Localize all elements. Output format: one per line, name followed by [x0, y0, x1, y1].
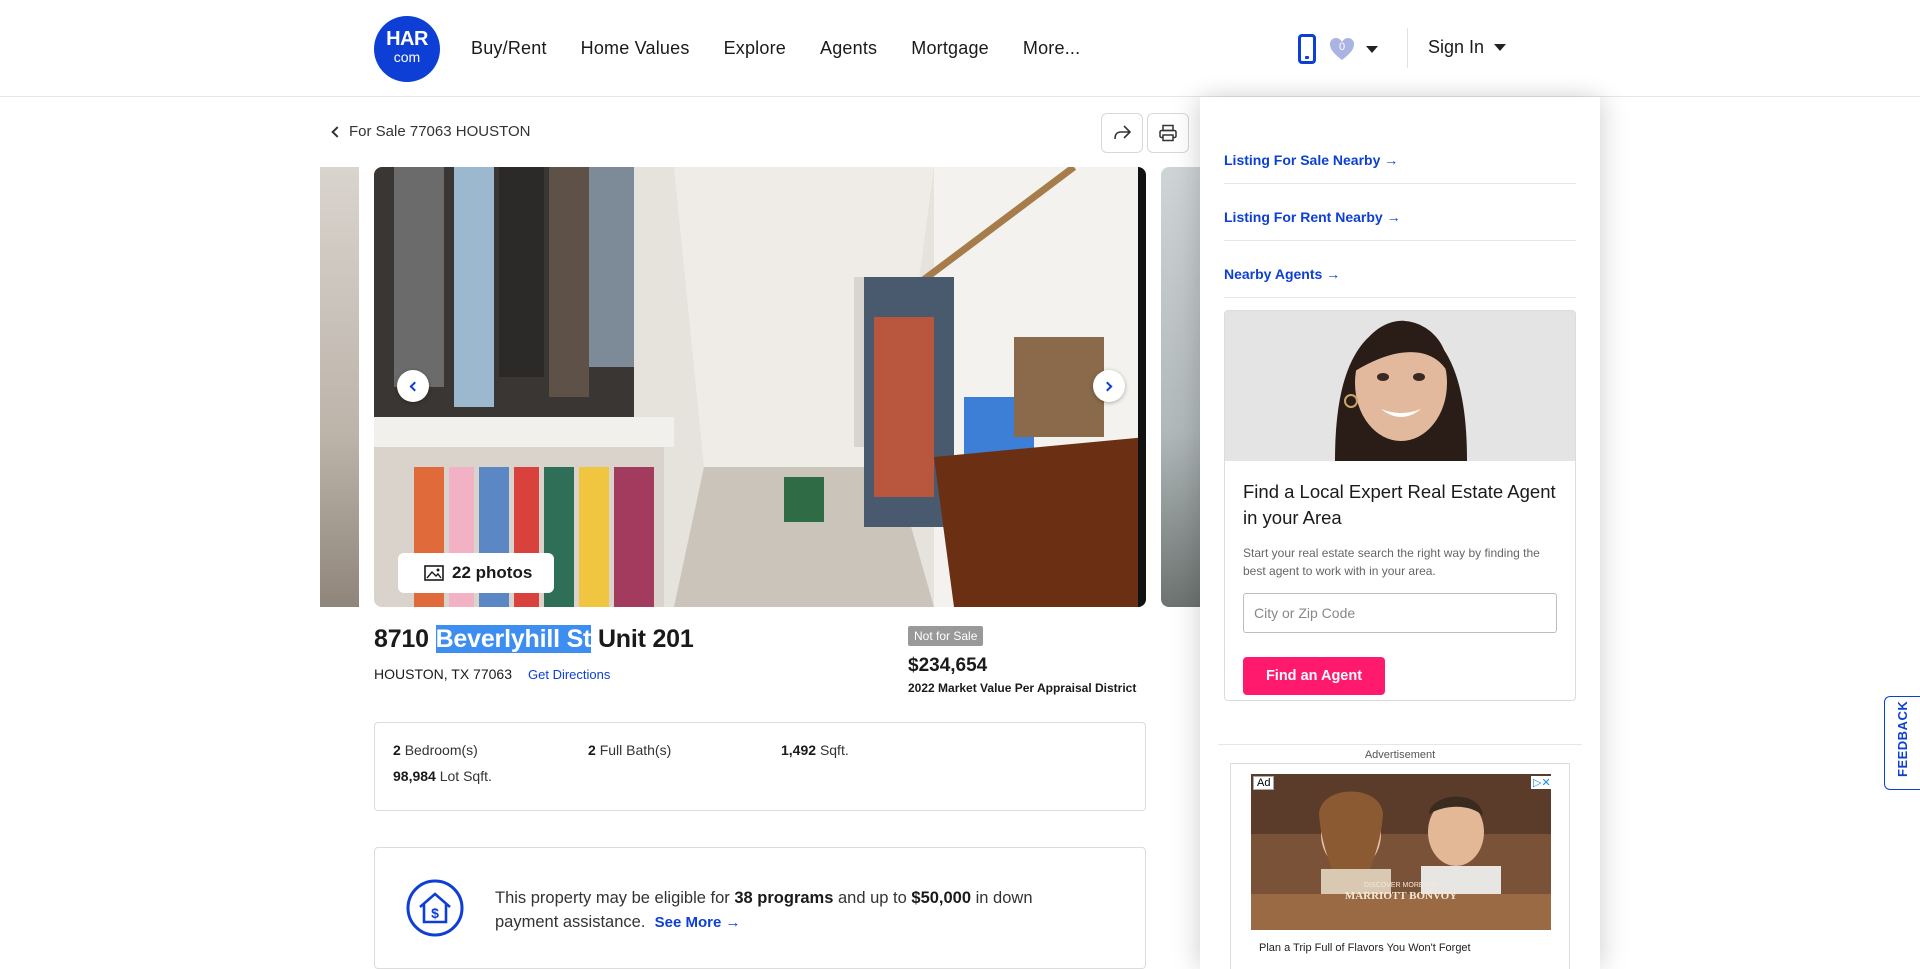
bedrooms-value: 2 — [393, 742, 401, 758]
share-icon — [1114, 125, 1132, 140]
listing-address: 8710 Beverlyhill St Unit 201 — [374, 625, 694, 654]
ad-image: DISCOVER MORE with MARRIOTT BONVOY — [1251, 774, 1551, 930]
get-directions-link[interactable]: Get Directions — [528, 667, 610, 682]
har-logo[interactable]: HAR com — [374, 16, 440, 82]
find-agent-button[interactable]: Find an Agent — [1243, 657, 1385, 695]
nav-explore[interactable]: Explore — [724, 38, 786, 59]
bedrooms-label: Bedroom(s) — [404, 742, 478, 758]
chevron-right-icon — [1102, 381, 1113, 391]
sidebar-divider — [1224, 183, 1576, 184]
city-zip-input[interactable] — [1243, 593, 1557, 633]
address-number: 8710 — [374, 625, 429, 653]
site-header: HAR com Buy/Rent Home Values Explore Age… — [0, 0, 1920, 97]
programs-count: 38 programs — [734, 889, 834, 907]
address-unit: Unit 201 — [597, 625, 694, 653]
favorites-chevron-down-icon[interactable] — [1366, 45, 1378, 53]
see-more-link[interactable]: See More → — [655, 914, 741, 931]
baths-value: 2 — [588, 742, 596, 758]
print-button[interactable] — [1147, 113, 1189, 153]
share-button[interactable] — [1101, 113, 1143, 153]
listing-for-rent-nearby-link[interactable]: Listing For Rent Nearby → — [1224, 209, 1401, 225]
closet-photo — [374, 167, 1146, 607]
favorites-count: 0 — [1338, 41, 1346, 53]
feedback-label: FEEDBACK — [1895, 700, 1910, 777]
advertisement[interactable]: DISCOVER MORE with MARRIOTT BONVOY Ad ▷✕… — [1230, 763, 1570, 969]
nearby-agents-link[interactable]: Nearby Agents → — [1224, 266, 1340, 282]
advertisement-label: Advertisement — [1218, 744, 1582, 761]
status-badge: Not for Sale — [908, 626, 984, 646]
sqft-label: Sqft. — [819, 742, 849, 758]
fact-baths: 2 Full Bath(s) — [588, 742, 671, 758]
programs-text: This property may be eligible for 38 pro… — [495, 886, 1095, 935]
nav-home-values[interactable]: Home Values — [581, 38, 690, 59]
agent-card-title: Find a Local Expert Real Estate Agent in… — [1243, 481, 1556, 528]
gallery-prev-button[interactable] — [397, 370, 429, 402]
agent-photo — [1225, 311, 1575, 461]
programs-amount: $50,000 — [911, 889, 972, 907]
gallery-next-button[interactable] — [1093, 370, 1125, 402]
mobile-phone-icon[interactable] — [1298, 34, 1316, 64]
gallery-main-photo[interactable] — [374, 167, 1146, 607]
ad-caption[interactable]: Plan a Trip Full of Flavors You Won't Fo… — [1259, 942, 1471, 954]
nav-buy-rent[interactable]: Buy/Rent — [471, 38, 547, 59]
ad-brand-sub: DISCOVER MORE with — [1364, 882, 1438, 889]
price-note: 2022 Market Value Per Appraisal District — [908, 681, 1137, 695]
fact-lot-sqft: 98,984 Lot Sqft. — [393, 768, 492, 784]
photo-count-button[interactable]: 22 photos — [398, 553, 554, 593]
ad-brand: MARRIOTT BONVOY — [1345, 890, 1457, 902]
main-nav: Buy/Rent Home Values Explore Agents Mort… — [471, 38, 1114, 59]
fact-sqft: 1,492 Sqft. — [781, 742, 849, 758]
adchoices-close-icon[interactable]: ▷✕ — [1531, 776, 1553, 789]
nav-more[interactable]: More... — [1023, 38, 1080, 59]
svg-text:$: $ — [431, 905, 439, 921]
chevron-left-icon — [331, 125, 343, 138]
printer-icon — [1159, 124, 1177, 142]
programs-text-a: This property may be eligible for — [495, 889, 735, 907]
right-sidebar: Listing For Sale Nearby → Listing For Re… — [1200, 97, 1600, 969]
logo-text-com: com — [393, 49, 421, 65]
lot-label: Lot Sqft. — [439, 768, 492, 784]
image-icon — [424, 565, 444, 581]
back-link-label: For Sale 77063 HOUSTON — [349, 123, 531, 140]
photo-count-label: 22 photos — [452, 563, 533, 582]
back-to-search-link[interactable]: For Sale 77063 HOUSTON — [331, 123, 531, 140]
header-divider — [1407, 28, 1408, 68]
listing-price: $234,654 — [908, 655, 988, 676]
listing-for-sale-nearby-link[interactable]: Listing For Sale Nearby → — [1224, 152, 1398, 168]
property-facts: 2 Bedroom(s) 2 Full Bath(s) 1,492 Sqft. … — [374, 722, 1146, 811]
sign-in-button[interactable]: Sign In — [1428, 37, 1507, 58]
find-agent-card: Find a Local Expert Real Estate Agent in… — [1224, 310, 1576, 701]
listing-city: HOUSTON, TX 77063 — [374, 666, 512, 682]
favorites-heart-icon[interactable]: 0 — [1328, 35, 1356, 63]
sidebar-divider — [1224, 240, 1576, 241]
gallery-next-photo-preview[interactable] — [1161, 167, 1200, 607]
sign-in-chevron-down-icon — [1494, 44, 1507, 51]
baths-label: Full Bath(s) — [599, 742, 672, 758]
sqft-value: 1,492 — [781, 742, 817, 758]
programs-text-b: and up to — [833, 889, 912, 907]
nav-mortgage[interactable]: Mortgage — [911, 38, 989, 59]
agent-card-description: Start your real estate search the right … — [1243, 546, 1540, 578]
lot-value: 98,984 — [393, 768, 436, 784]
header-utilities: 0 — [1298, 34, 1378, 64]
feedback-tab[interactable]: FEEDBACK — [1884, 696, 1920, 790]
sign-in-label: Sign In — [1428, 37, 1485, 57]
nav-agents[interactable]: Agents — [820, 38, 877, 59]
address-street-selected: Beverlyhill St — [435, 625, 592, 653]
gallery-prev-photo-preview[interactable] — [320, 167, 359, 607]
fact-bedrooms: 2 Bedroom(s) — [393, 742, 478, 758]
down-payment-programs: $ This property may be eligible for 38 p… — [374, 847, 1146, 969]
sidebar-divider — [1224, 297, 1576, 298]
house-dollar-icon: $ — [406, 879, 464, 937]
logo-text-har: HAR — [386, 28, 428, 50]
chevron-left-icon — [409, 381, 420, 391]
ad-tag: Ad — [1253, 776, 1275, 790]
